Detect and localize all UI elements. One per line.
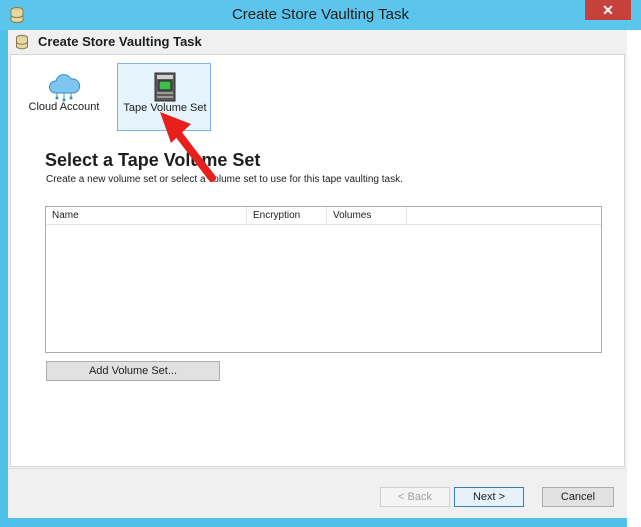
nav-item-tape-volume-set[interactable]: Tape Volume Set — [117, 63, 211, 131]
list-header: Name Encryption Volumes — [46, 207, 601, 225]
dialog-window: Create Store Vaulting Task ✕ Create Stor… — [0, 0, 641, 527]
header-strip: Create Store Vaulting Task — [8, 30, 627, 52]
volume-set-list[interactable]: Name Encryption Volumes — [45, 206, 602, 353]
cancel-button[interactable]: Cancel — [542, 487, 614, 507]
back-button[interactable]: < Back — [380, 487, 450, 507]
section-description: Create a new volume set or select a volu… — [46, 174, 403, 185]
nav-item-cloud-account[interactable]: Cloud Account — [17, 63, 111, 131]
tape-library-icon — [154, 72, 176, 102]
header-title: Create Store Vaulting Task — [38, 34, 202, 49]
close-button[interactable]: ✕ — [585, 0, 631, 20]
section-title: Select a Tape Volume Set — [45, 150, 261, 170]
title-bar[interactable]: Create Store Vaulting Task ✕ — [0, 0, 641, 30]
dialog-body: Create Store Vaulting Task Cloud Account — [8, 30, 627, 518]
column-header-volumes[interactable]: Volumes — [327, 207, 407, 224]
add-volume-set-button[interactable]: Add Volume Set... — [46, 361, 220, 381]
content-panel: Cloud Account Tape Volume Set Select a T… — [10, 54, 625, 467]
nav-item-label: Tape Volume Set — [123, 102, 207, 114]
window-title: Create Store Vaulting Task — [231, 6, 410, 23]
nav-item-label: Cloud Account — [28, 101, 100, 113]
database-icon — [16, 34, 28, 50]
footer-divider — [8, 468, 627, 469]
next-button[interactable]: Next > — [454, 487, 524, 507]
column-header-encryption[interactable]: Encryption — [247, 207, 327, 224]
column-header-name[interactable]: Name — [46, 207, 247, 224]
background-window-edge — [627, 30, 641, 527]
cloud-icon — [49, 74, 81, 102]
